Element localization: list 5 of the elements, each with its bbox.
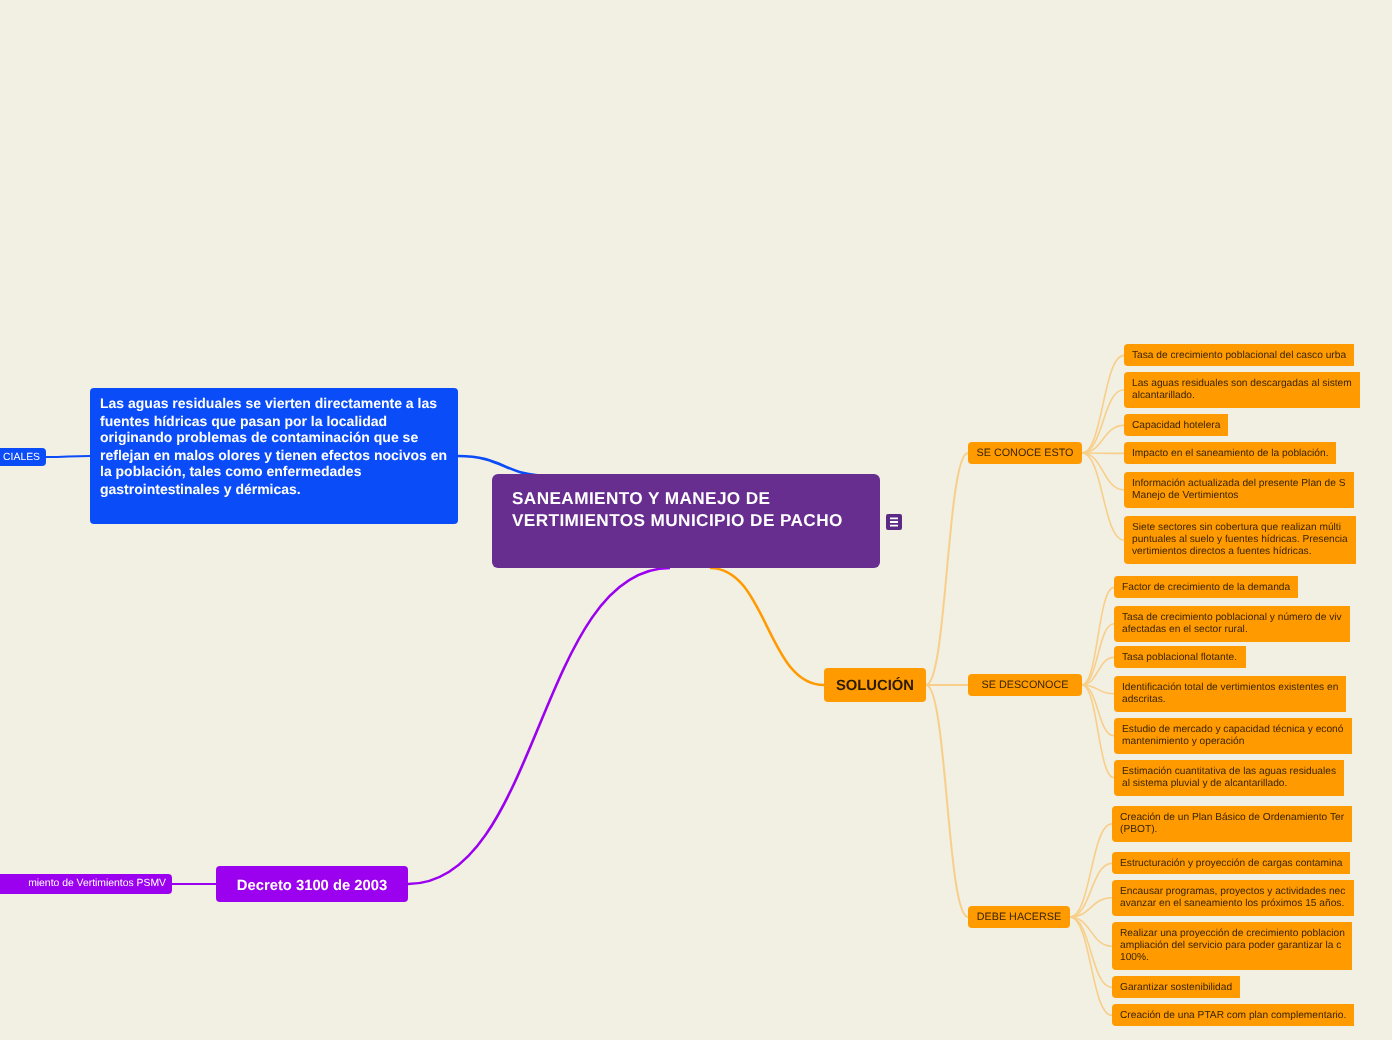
connector-line bbox=[45, 455, 91, 458]
connector-line bbox=[171, 883, 217, 885]
notes-icon[interactable] bbox=[886, 514, 902, 530]
connector-line bbox=[709, 566, 825, 687]
central-topic[interactable]: SANEAMIENTO Y MANEJO DE VERTIMIENTOS MUNICIPIO DE PACHO bbox=[492, 474, 880, 568]
